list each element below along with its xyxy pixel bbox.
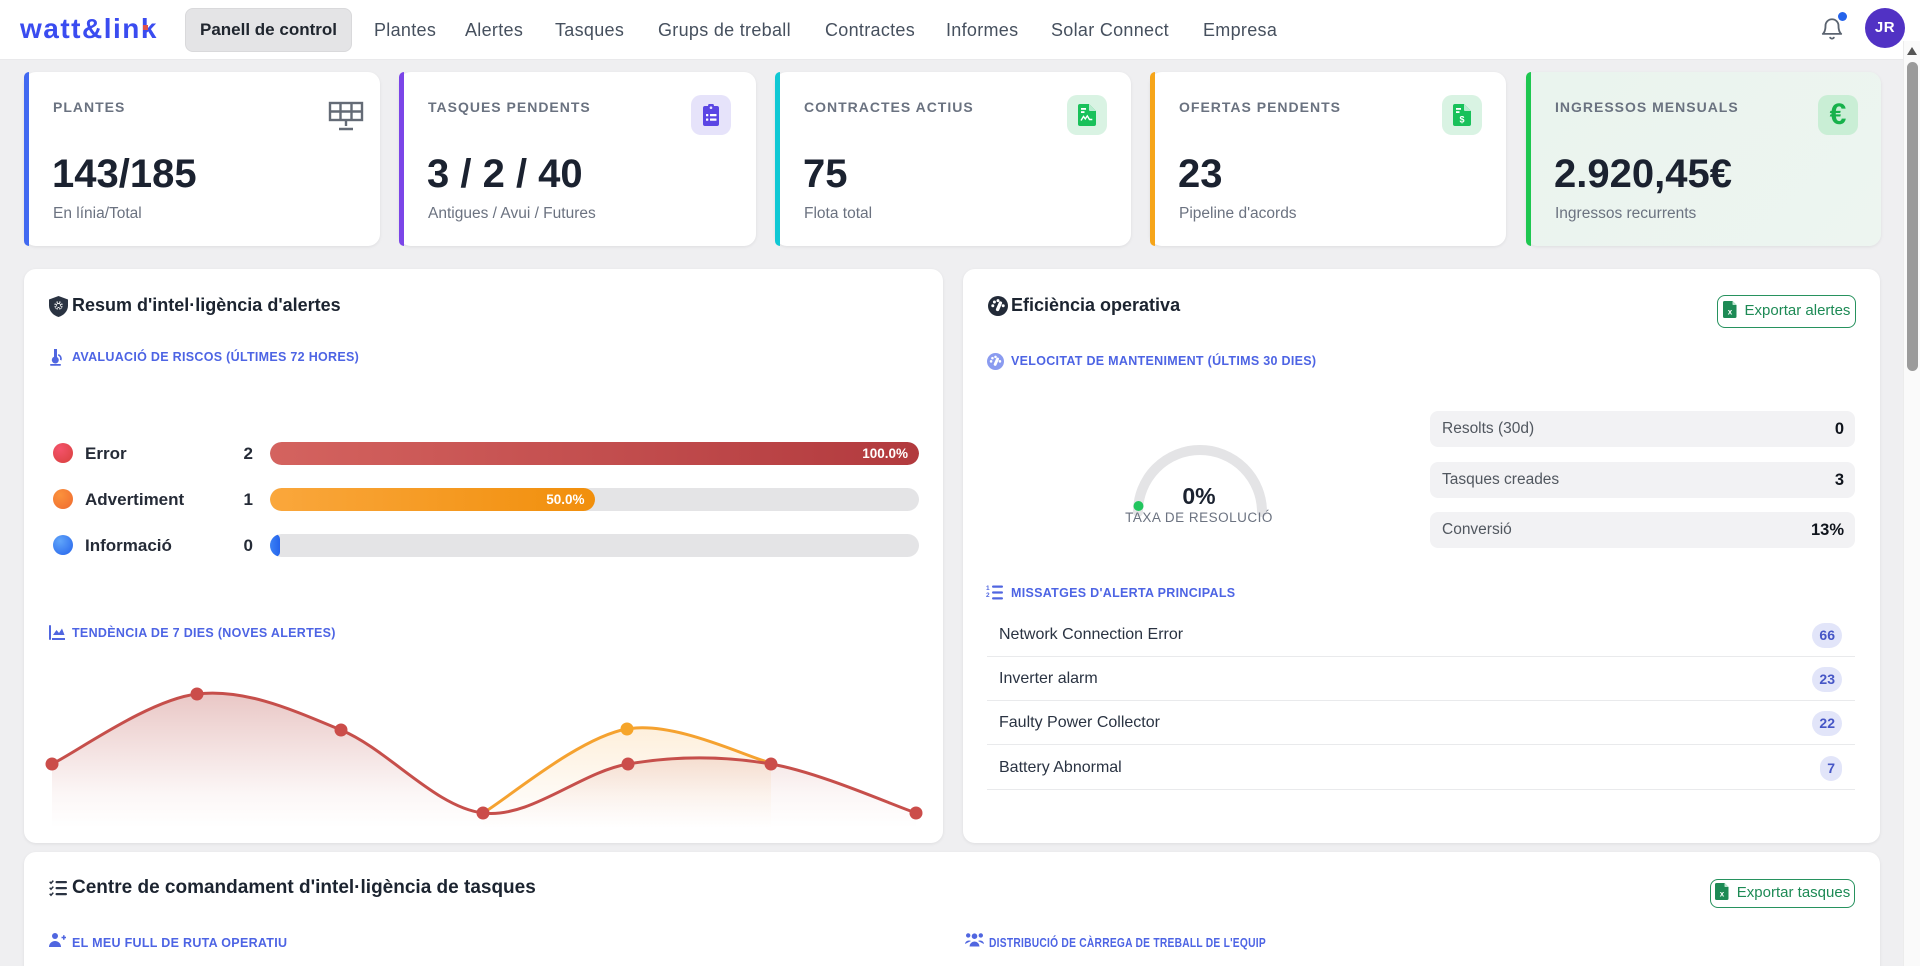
svg-text:$: $ (1459, 114, 1464, 124)
svg-text:1: 1 (986, 585, 990, 592)
svg-text:x: x (1727, 308, 1732, 317)
svg-text:2: 2 (986, 592, 990, 599)
svg-text:x: x (1720, 890, 1725, 899)
